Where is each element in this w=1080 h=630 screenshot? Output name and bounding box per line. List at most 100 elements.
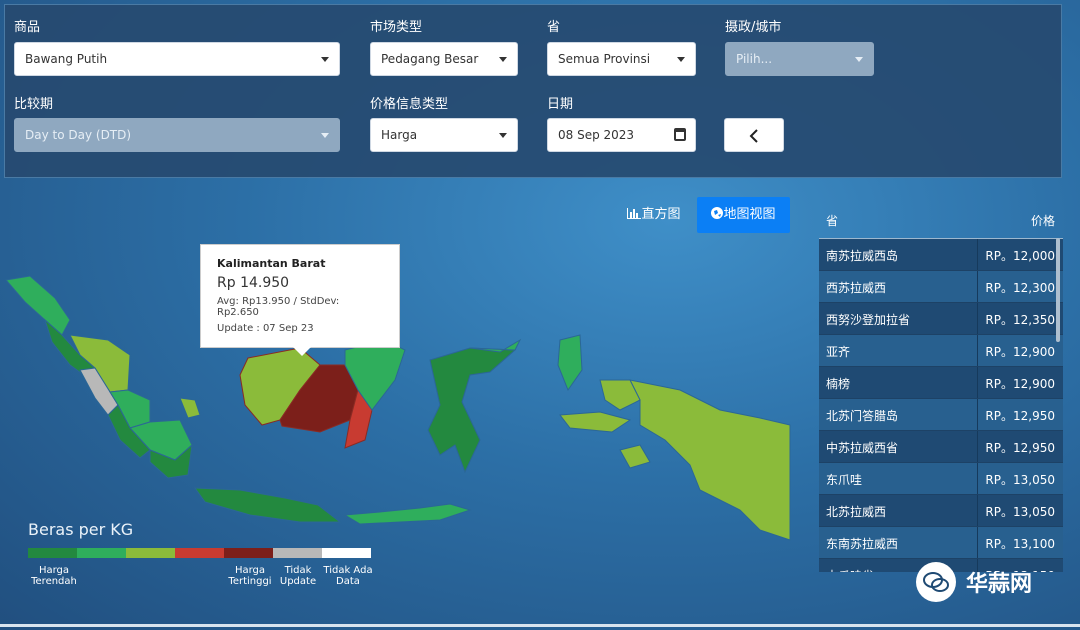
row-province: 西努沙登加拉省: [826, 313, 911, 327]
header-province[interactable]: 省: [826, 212, 838, 229]
row-divider: [977, 399, 978, 430]
comparison-value: Day to Day (DTD): [25, 128, 132, 142]
row-province: 中苏拉威西省: [826, 441, 899, 455]
province-select[interactable]: Semua Provinsi: [547, 42, 696, 76]
map-view-label: 地图视图: [723, 207, 776, 222]
row-divider: [977, 271, 978, 302]
market-type-value: Pedagang Besar: [381, 52, 479, 66]
row-province: 北苏拉威西: [826, 505, 887, 519]
row-province: 北苏门答腊岛: [826, 409, 899, 423]
comparison-label: 比较期: [14, 97, 54, 112]
province-papua[interactable]: [629, 379, 791, 541]
row-divider: [977, 303, 978, 334]
table-row[interactable]: 亚齐 RP。12,900: [819, 335, 1063, 367]
chevron-down-icon: [321, 133, 329, 138]
table-header: 省 价格: [819, 200, 1063, 239]
bottom-divider: [0, 624, 1080, 627]
calendar-icon[interactable]: [674, 128, 686, 141]
row-province: 南苏拉威西岛: [826, 249, 899, 263]
table-row[interactable]: 南苏拉威西岛 RP。12,000: [819, 239, 1063, 271]
row-divider: [977, 367, 978, 398]
legend-swatch: [273, 548, 322, 558]
legend-label-no-data: Tidak Ada Data: [323, 565, 373, 587]
commodity-label: 商品: [14, 20, 41, 35]
row-price: RP。12,350: [985, 313, 1055, 327]
histogram-view-button[interactable]: 直方图: [620, 197, 688, 233]
chevron-down-icon: [321, 57, 329, 62]
legend-swatch: [77, 548, 126, 558]
row-divider: [977, 335, 978, 366]
watermark-text: 华蒜网: [966, 572, 1033, 597]
legend-label-no-update: Tidak Update: [279, 565, 317, 587]
province-java[interactable]: [193, 487, 342, 523]
price-info-type-label: 价格信息类型: [370, 97, 449, 112]
commodity-value: Bawang Putih: [25, 52, 108, 66]
legend-swatch: [175, 548, 224, 558]
market-type-label: 市场类型: [370, 20, 423, 35]
row-price: RP。12,900: [985, 345, 1055, 359]
legend-swatch: [28, 548, 77, 558]
row-divider: [977, 431, 978, 462]
back-button[interactable]: [724, 118, 784, 152]
table-scrollbar[interactable]: [1056, 238, 1060, 342]
table-row[interactable]: 西努沙登加拉省 RP。12,350: [819, 303, 1063, 335]
table-row[interactable]: 楠榜 RP。12,900: [819, 367, 1063, 399]
province-bangka[interactable]: [179, 397, 201, 419]
globe-icon: [711, 207, 724, 219]
row-divider: [977, 527, 978, 558]
legend-swatch: [224, 548, 273, 558]
legend-swatch: [126, 548, 175, 558]
province-nusa-tenggara[interactable]: [343, 503, 472, 525]
table-row[interactable]: 东南苏拉威西 RP。13,100: [819, 527, 1063, 559]
bar-chart-icon: [627, 208, 642, 219]
market-type-select[interactable]: Pedagang Besar: [370, 42, 518, 76]
header-price[interactable]: 价格: [1031, 212, 1055, 229]
tooltip-price: Rp 14.950: [217, 275, 290, 291]
price-info-type-value: Harga: [381, 128, 418, 142]
chevron-down-icon: [677, 57, 685, 62]
table-row[interactable]: 北苏拉威西 RP。13,050: [819, 495, 1063, 527]
row-price: RP。12,950: [985, 409, 1055, 423]
table-row[interactable]: 西苏拉威西 RP。12,300: [819, 271, 1063, 303]
legend-color-bar: [28, 548, 371, 558]
tooltip-update: Update : 07 Sep 23: [217, 323, 314, 334]
province-north-maluku[interactable]: [557, 334, 583, 392]
legend-swatch: [322, 548, 371, 558]
date-value: 08 Sep 2023: [558, 128, 635, 142]
row-province: 西苏拉威西: [826, 281, 887, 295]
legend-title: Beras per KG: [28, 520, 134, 539]
row-price: RP。13,050: [985, 505, 1055, 519]
row-province: 亚齐: [826, 345, 851, 359]
commodity-select[interactable]: Bawang Putih: [14, 42, 340, 76]
chevron-down-icon: [499, 57, 507, 62]
province-maluku[interactable]: [559, 411, 651, 469]
city-placeholder: Pilih...: [736, 52, 773, 66]
chevron-down-icon: [855, 57, 863, 62]
date-input[interactable]: 08 Sep 2023: [547, 118, 696, 152]
row-province: 中爪哇省: [826, 567, 874, 572]
city-label: 摄政/城市: [725, 20, 782, 35]
table-row[interactable]: 中苏拉威西省 RP。12,950: [819, 431, 1063, 463]
table-body: 南苏拉威西岛 RP。12,000 西苏拉威西 RP。12,300 西努沙登加拉省 RP。1…: [819, 239, 1063, 572]
city-select[interactable]: Pilih...: [725, 42, 874, 76]
province-aceh[interactable]: [5, 275, 71, 336]
watermark: 华蒜网: [916, 560, 1032, 604]
row-price: RP。12,300: [985, 281, 1055, 295]
table-row[interactable]: 北苏门答腊岛 RP。12,950: [819, 399, 1063, 431]
map-view-button[interactable]: 地图视图: [697, 197, 790, 233]
row-divider: [977, 463, 978, 494]
province-label: 省: [547, 20, 561, 35]
histogram-view-label: 直方图: [641, 207, 681, 222]
price-info-type-select[interactable]: Harga: [370, 118, 518, 152]
tooltip-stats: Avg: Rp13.950 / StdDev: Rp2.650: [217, 296, 340, 318]
wechat-icon: [916, 562, 956, 602]
province-sulawesi[interactable]: [427, 347, 517, 474]
price-table: 省 价格 南苏拉威西岛 RP。12,000 西苏拉威西 RP。12,300 西努沙登加拉…: [819, 200, 1063, 572]
row-price: RP。12,900: [985, 377, 1055, 391]
row-price: RP。13,100: [985, 537, 1055, 551]
table-row[interactable]: 东爪哇 RP。13,050: [819, 463, 1063, 495]
chevron-down-icon: [499, 133, 507, 138]
comparison-select[interactable]: Day to Day (DTD): [14, 118, 340, 152]
tooltip-title: Kalimantan Barat: [217, 257, 326, 270]
row-divider: [977, 495, 978, 526]
